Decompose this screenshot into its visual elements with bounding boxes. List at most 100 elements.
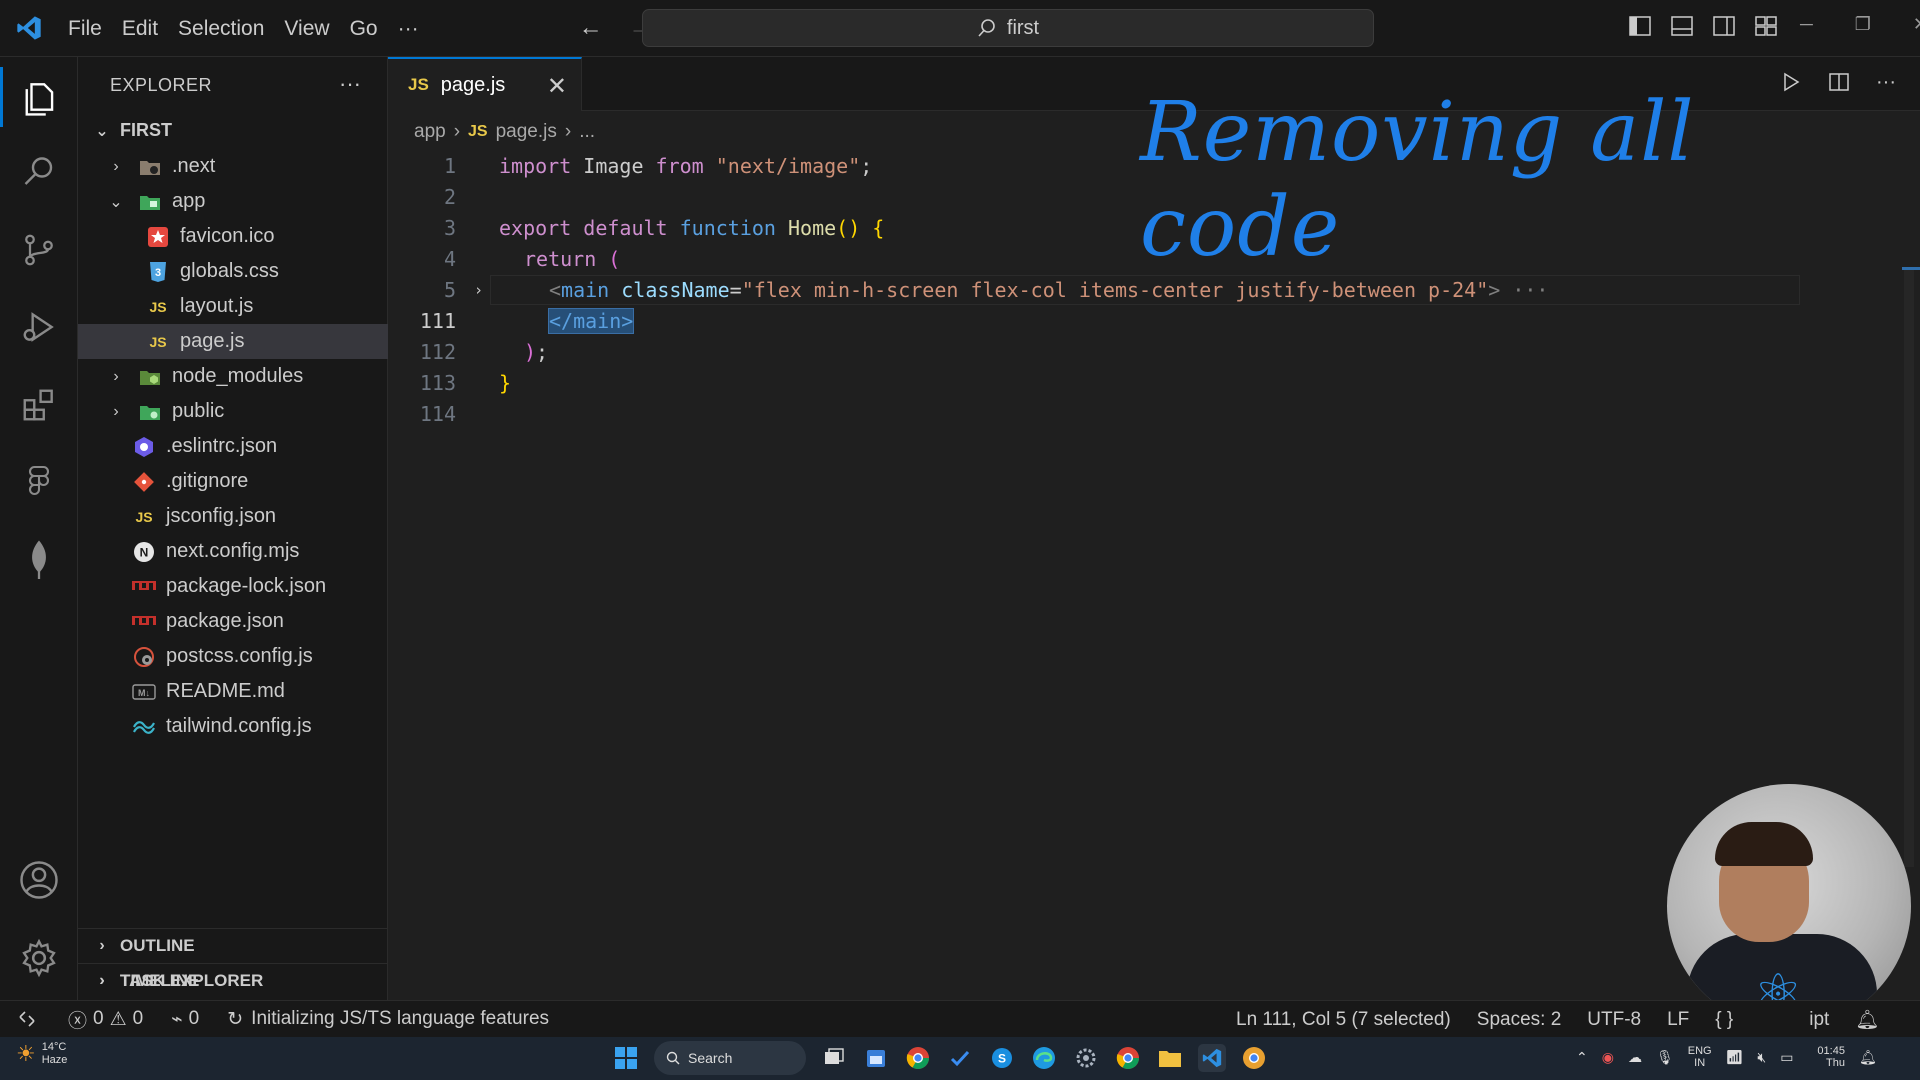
sidebar-more-actions-icon[interactable]: ··· [339, 71, 361, 97]
language-mode[interactable]: ipt [1809, 1009, 1829, 1031]
settings-app-icon[interactable] [1072, 1044, 1100, 1072]
tree-item-readme[interactable]: M↓ README.md [78, 674, 388, 709]
language-service-status[interactable]: ↻ Initializing JS/TS language features [227, 1008, 549, 1031]
onedrive-icon[interactable]: ☁ [1628, 1049, 1642, 1066]
back-arrow-icon[interactable]: ← [579, 14, 603, 42]
battery-icon[interactable]: ▭ [1780, 1049, 1793, 1066]
command-center[interactable]: first [642, 9, 1374, 47]
minimize-icon[interactable]: ─ [1800, 14, 1813, 35]
tree-item-postcss-config[interactable]: postcss.config.js [78, 639, 388, 674]
customize-layout-icon[interactable] [1754, 14, 1778, 38]
problems-indicator[interactable]: ⓧ 0 ⚠ 0 [68, 1006, 143, 1033]
todo-app-icon[interactable] [946, 1044, 974, 1072]
toggle-secondary-sidebar-icon[interactable] [1712, 14, 1736, 38]
tree-item-node-modules[interactable]: › node_modules [78, 359, 388, 394]
code-line: 1 import Image from "next/image"; [388, 151, 1788, 181]
encoding[interactable]: UTF-8 [1587, 1009, 1641, 1031]
menu-file[interactable]: File [58, 0, 112, 57]
tree-item-label: favicon.ico [180, 225, 275, 247]
notifications-icon[interactable]: 🔔︎ [1859, 1049, 1877, 1066]
tree-item-globals-css[interactable]: 3 globals.css [78, 254, 388, 289]
microphone-icon[interactable]: 🎙︎ [1656, 1049, 1674, 1066]
tree-item-label: jsconfig.json [166, 505, 277, 527]
chrome-icon[interactable] [904, 1044, 932, 1072]
close-tab-icon[interactable]: ✕ [547, 72, 567, 101]
tree-item-favicon[interactable]: favicon.ico [78, 219, 388, 254]
windows-start-icon[interactable] [612, 1044, 640, 1072]
outline-section[interactable]: › OUTLINE [78, 928, 388, 963]
restore-icon[interactable]: ❐ [1855, 14, 1871, 35]
explorer-icon[interactable] [0, 67, 78, 127]
wifi-icon[interactable]: 📶︎ [1726, 1049, 1744, 1066]
status-right: Ln 111, Col 5 (7 selected) Spaces: 2 UTF… [1236, 1001, 1879, 1038]
menu-view[interactable]: View [274, 0, 339, 57]
js-file-icon: JS [149, 333, 167, 350]
weather-widget[interactable]: ☀ 14°C Haze [16, 1041, 67, 1067]
tree-item-package-lock[interactable]: package-lock.json [78, 569, 388, 604]
tree-item-tailwind-config[interactable]: tailwind.config.js [78, 709, 388, 744]
security-icon[interactable]: ◉ [1602, 1049, 1614, 1066]
ports-indicator[interactable]: ⌁ 0 [171, 1008, 199, 1031]
breadcrumb-page-js[interactable]: page.js [496, 121, 557, 143]
tree-item-next-folder[interactable]: › .next [78, 149, 388, 184]
tree-item-eslintrc[interactable]: .eslintrc.json [78, 429, 388, 464]
input-language[interactable]: ENG IN [1688, 1045, 1712, 1069]
menu-go[interactable]: Go [340, 0, 388, 57]
breadcrumb-app[interactable]: app [414, 121, 446, 143]
tree-item-app-folder[interactable]: ⌄ app [78, 184, 388, 219]
tree-item-public[interactable]: › public [78, 394, 388, 429]
tree-item-gitignore[interactable]: .gitignore [78, 464, 388, 499]
line-number: 114 [419, 402, 456, 426]
calendar-app-icon[interactable] [862, 1044, 890, 1072]
breadcrumb-more[interactable]: ... [579, 121, 595, 143]
language-braces-icon[interactable]: { } [1715, 1009, 1733, 1031]
public-folder-icon [138, 401, 162, 423]
code-line: 112 ); [388, 337, 1788, 367]
tree-item-label: layout.js [180, 295, 254, 317]
task-explorer-section[interactable]: › TASK EXPLORER [78, 963, 388, 998]
chrome-canary-icon[interactable] [1240, 1044, 1268, 1072]
toggle-panel-icon[interactable] [1670, 14, 1694, 38]
end-of-line[interactable]: LF [1667, 1009, 1689, 1031]
tree-item-label: package-lock.json [166, 575, 327, 597]
chrome-profile-icon[interactable] [1114, 1044, 1142, 1072]
editor-scrollbar[interactable] [1904, 267, 1914, 867]
code-line: 5 › <main className="flex min-h-screen f… [388, 275, 1800, 305]
mongodb-leaf-icon[interactable] [0, 529, 78, 589]
workspace-root[interactable]: ⌄ FIRST [78, 113, 388, 148]
close-window-icon[interactable]: ✕ [1913, 14, 1920, 35]
code-text: </main> [547, 308, 635, 334]
fold-chevron-icon[interactable]: › [474, 281, 483, 299]
run-debug-icon[interactable] [0, 297, 78, 357]
vscode-taskbar-icon[interactable] [1198, 1044, 1226, 1072]
tree-item-jsconfig[interactable]: JS jsconfig.json [78, 499, 388, 534]
settings-gear-icon[interactable] [0, 928, 78, 988]
task-view-icon[interactable] [820, 1044, 848, 1072]
skype-icon[interactable]: S [988, 1044, 1016, 1072]
volume-muted-icon[interactable]: 🔇︎ [1757, 1049, 1766, 1066]
status-left: ⓧ 0 ⚠ 0 ⌁ 0 ↻ Initializing JS/TS languag… [68, 1006, 549, 1033]
tree-item-layout-js[interactable]: JS layout.js [78, 289, 388, 324]
source-control-icon[interactable] [0, 220, 78, 280]
tree-item-package-json[interactable]: package.json [78, 604, 388, 639]
indentation[interactable]: Spaces: 2 [1477, 1009, 1562, 1031]
remote-indicator-icon[interactable] [0, 1001, 54, 1038]
tree-item-next-config[interactable]: N next.config.mjs [78, 534, 388, 569]
menu-selection[interactable]: Selection [168, 0, 274, 57]
tab-page-js[interactable]: JS page.js ✕ [388, 57, 582, 111]
extensions-icon[interactable] [0, 375, 78, 435]
notifications-bell-icon[interactable]: 🔔︎ [1855, 1008, 1879, 1032]
toggle-primary-sidebar-icon[interactable] [1628, 14, 1652, 38]
search-view-icon[interactable] [0, 142, 78, 202]
tray-overflow-icon[interactable]: ⌃ [1576, 1049, 1588, 1066]
file-explorer-icon[interactable] [1156, 1044, 1184, 1072]
menu-more[interactable]: ··· [388, 0, 429, 57]
edge-icon[interactable] [1030, 1044, 1058, 1072]
tree-item-page-js[interactable]: JS page.js [78, 324, 388, 359]
cursor-position[interactable]: Ln 111, Col 5 (7 selected) [1236, 1009, 1451, 1031]
figma-icon[interactable] [0, 452, 78, 512]
taskbar-search[interactable]: Search [654, 1041, 806, 1075]
clock[interactable]: 01:45 Thu [1817, 1045, 1845, 1069]
account-icon[interactable] [0, 850, 78, 910]
menu-edit[interactable]: Edit [112, 0, 168, 57]
